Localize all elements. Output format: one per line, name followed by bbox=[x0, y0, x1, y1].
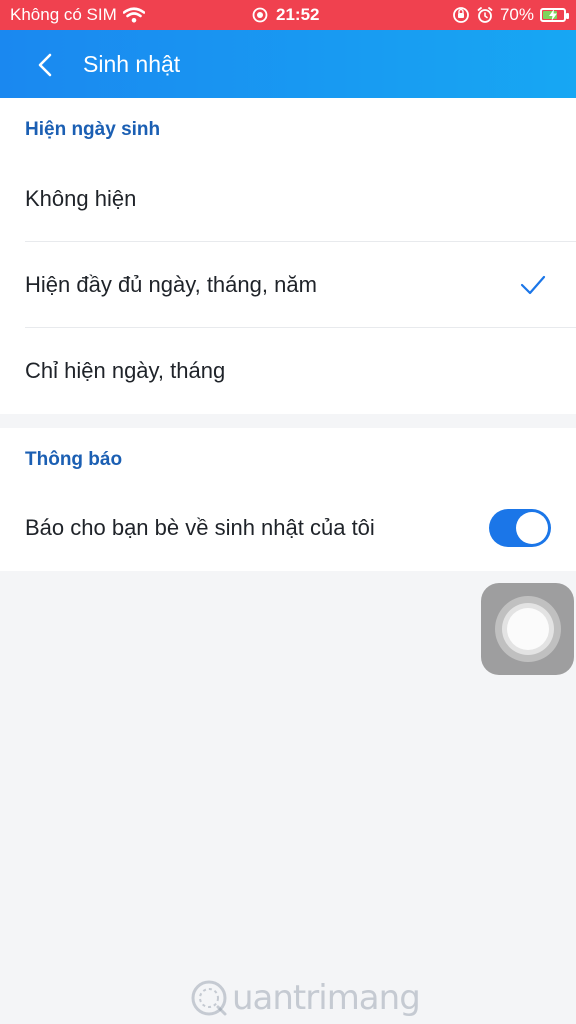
page-title: Sinh nhật bbox=[83, 50, 181, 77]
option-label: Không hiện bbox=[25, 186, 137, 211]
assistive-touch-icon bbox=[494, 596, 561, 662]
status-right: 70% bbox=[452, 0, 569, 30]
back-button[interactable] bbox=[28, 48, 62, 82]
clock-text: 21:52 bbox=[276, 5, 320, 24]
watermark-text: uantrimang bbox=[232, 977, 421, 1018]
toggle-knob bbox=[516, 512, 548, 544]
alarm-icon bbox=[477, 7, 493, 23]
status-center: 21:52 bbox=[252, 0, 319, 30]
section-title-birthday-display: Hiện ngày sinh bbox=[25, 119, 161, 140]
assistive-touch-button[interactable] bbox=[481, 583, 574, 675]
notification-section: Thông báo Báo cho bạn bè về sinh nhật củ… bbox=[0, 428, 576, 571]
notify-friends-toggle[interactable] bbox=[489, 509, 551, 547]
status-left: Không có SIM bbox=[10, 0, 145, 30]
status-bar: Không có SIM 21:52 70% bbox=[0, 0, 576, 30]
section-title-notification: Thông báo bbox=[25, 449, 123, 470]
option-show-full-date[interactable]: Hiện đầy đủ ngày, tháng, năm bbox=[0, 242, 576, 328]
chevron-left-icon bbox=[38, 53, 52, 77]
toggle-label: Báo cho bạn bè về sinh nhật của tôi bbox=[25, 515, 375, 540]
option-label: Hiện đầy đủ ngày, tháng, năm bbox=[25, 272, 317, 297]
option-label: Chỉ hiện ngày, tháng bbox=[25, 358, 226, 383]
notify-friends-row: Báo cho bạn bè về sinh nhật của tôi bbox=[0, 485, 576, 571]
app-header: Sinh nhật bbox=[0, 30, 576, 98]
orientation-lock-icon bbox=[453, 7, 469, 23]
watermark-logo-icon bbox=[191, 980, 227, 1015]
battery-icon bbox=[540, 8, 569, 22]
checkmark-icon bbox=[520, 275, 546, 295]
carrier-text: Không có SIM bbox=[10, 5, 117, 24]
option-show-day-month[interactable]: Chỉ hiện ngày, tháng bbox=[0, 328, 576, 414]
watermark: uantrimang bbox=[190, 975, 421, 1020]
screen: Không có SIM 21:52 70% Sinh nhật Hiện ng… bbox=[0, 0, 576, 1024]
birthday-display-section: Hiện ngày sinh Không hiện Hiện đầy đủ ng… bbox=[0, 98, 576, 414]
option-hide-birthday[interactable]: Không hiện bbox=[0, 156, 576, 242]
screen-record-icon bbox=[252, 7, 268, 23]
charging-bolt-icon bbox=[549, 9, 557, 21]
wifi-icon bbox=[122, 7, 145, 23]
battery-percent: 70% bbox=[499, 5, 534, 24]
